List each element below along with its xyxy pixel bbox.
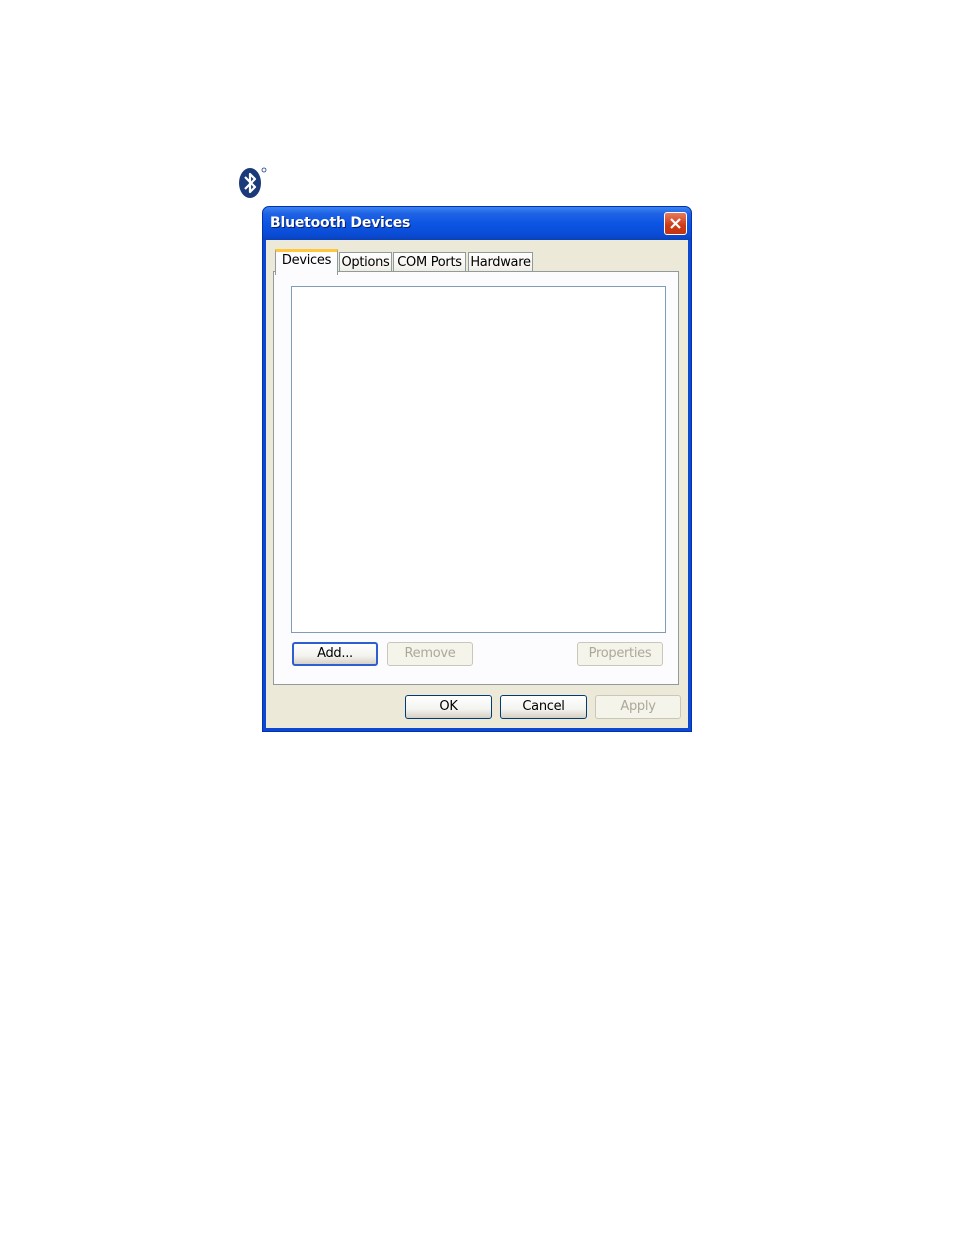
remove-button-label: Remove: [404, 646, 456, 661]
cancel-button[interactable]: Cancel: [500, 695, 587, 719]
apply-button[interactable]: Apply: [595, 695, 681, 719]
properties-button-label: Properties: [588, 646, 652, 661]
bluetooth-devices-window: Bluetooth Devices Devices Options COM Po…: [262, 206, 692, 732]
title-bar[interactable]: Bluetooth Devices: [263, 207, 691, 240]
tab-hardware[interactable]: Hardware: [468, 252, 533, 273]
device-list[interactable]: [291, 286, 666, 633]
close-button[interactable]: [664, 212, 687, 235]
tab-com-ports[interactable]: COM Ports: [393, 252, 466, 273]
add-button-label: Add...: [317, 646, 353, 661]
close-icon: [670, 218, 681, 229]
add-device-button[interactable]: Add...: [292, 642, 378, 666]
remove-device-button[interactable]: Remove: [387, 642, 473, 666]
cancel-button-label: Cancel: [522, 699, 565, 714]
ok-button[interactable]: OK: [405, 695, 492, 719]
bluetooth-logo-icon: [237, 166, 269, 200]
dialog-body: Devices Options COM Ports Hardware Add..…: [266, 240, 688, 728]
tab-devices[interactable]: Devices: [275, 249, 338, 275]
apply-button-label: Apply: [620, 699, 656, 714]
tab-options[interactable]: Options: [339, 252, 392, 273]
devices-tab-panel: Add... Remove Properties: [273, 271, 679, 685]
properties-button[interactable]: Properties: [577, 642, 663, 666]
window-title: Bluetooth Devices: [270, 215, 411, 231]
ok-button-label: OK: [439, 699, 458, 714]
